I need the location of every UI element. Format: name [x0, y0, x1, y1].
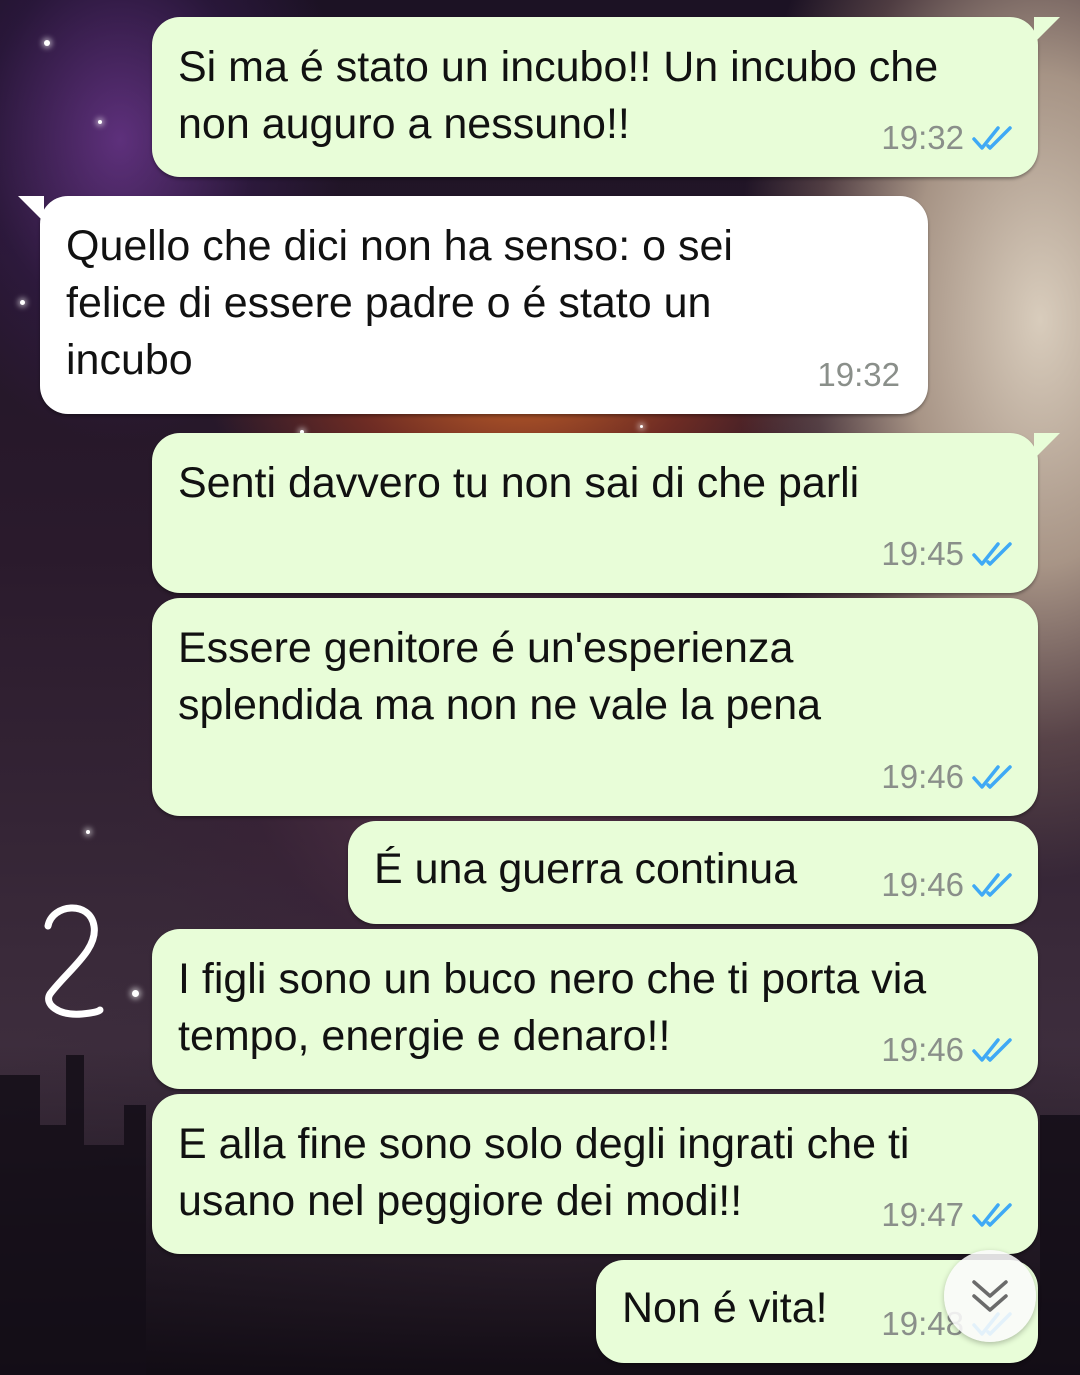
- message-meta: 19:32: [881, 119, 1016, 157]
- double-check-read-icon: [972, 1203, 1012, 1227]
- message-bubble-outgoing[interactable]: Essere genitore é un'esperienza splendid…: [152, 598, 1038, 816]
- message-meta: 19:46: [881, 1031, 1016, 1069]
- message-bubble-outgoing[interactable]: E alla fine sono solo degli ingrati che …: [152, 1094, 1038, 1254]
- message-text: Si ma é stato un incubo!! Un incubo che …: [178, 43, 939, 148]
- double-check-read-icon: [972, 765, 1012, 789]
- message-bubble-outgoing[interactable]: Senti davvero tu non sai di che parli 19…: [152, 433, 1060, 593]
- scroll-to-bottom-button[interactable]: [944, 1250, 1036, 1342]
- bubble-tail: [1034, 433, 1060, 459]
- message-meta: 19:47: [881, 1196, 1016, 1234]
- message-meta: 19:32: [817, 356, 900, 394]
- message-bubble-outgoing[interactable]: I figli sono un buco nero che ti porta v…: [152, 929, 1038, 1089]
- handwritten-annotation-2: 2: [44, 904, 104, 1018]
- message-text: E alla fine sono solo degli ingrati che …: [178, 1120, 910, 1225]
- double-check-read-icon: [972, 873, 1012, 897]
- double-check-read-icon: [972, 542, 1012, 566]
- bubble-tail: [18, 196, 44, 222]
- message-time: 19:47: [881, 1196, 964, 1233]
- message-time: 19:46: [881, 1031, 964, 1068]
- message-time: 19:32: [817, 356, 900, 393]
- message-time: 19:46: [881, 866, 964, 903]
- double-check-read-icon: [972, 126, 1012, 150]
- message-bubble-incoming[interactable]: Quello che dici non ha senso: o sei feli…: [18, 196, 928, 414]
- double-chevron-down-icon: [972, 1280, 1008, 1312]
- message-time: 19:45: [881, 535, 964, 572]
- message-text: É una guerra continua: [374, 845, 798, 893]
- message-bubble-outgoing[interactable]: É una guerra continua 19:46: [348, 821, 1038, 924]
- message-bubble-outgoing[interactable]: Si ma é stato un incubo!! Un incubo che …: [152, 17, 1060, 177]
- bubble-tail: [1034, 17, 1060, 43]
- message-meta: 19:45: [881, 535, 1016, 573]
- message-time: 19:46: [881, 758, 964, 795]
- message-meta: 19:46: [881, 758, 1016, 796]
- message-text: Quello che dici non ha senso: o sei feli…: [66, 222, 733, 384]
- message-meta: 19:46: [881, 866, 1016, 904]
- message-text: Non é vita!: [622, 1284, 828, 1332]
- message-time: 19:32: [881, 119, 964, 156]
- message-text: I figli sono un buco nero che ti porta v…: [178, 955, 927, 1060]
- double-check-read-icon: [972, 1038, 1012, 1062]
- message-text: Essere genitore é un'esperienza splendid…: [178, 624, 822, 729]
- message-text: Senti davvero tu non sai di che parli: [178, 459, 860, 507]
